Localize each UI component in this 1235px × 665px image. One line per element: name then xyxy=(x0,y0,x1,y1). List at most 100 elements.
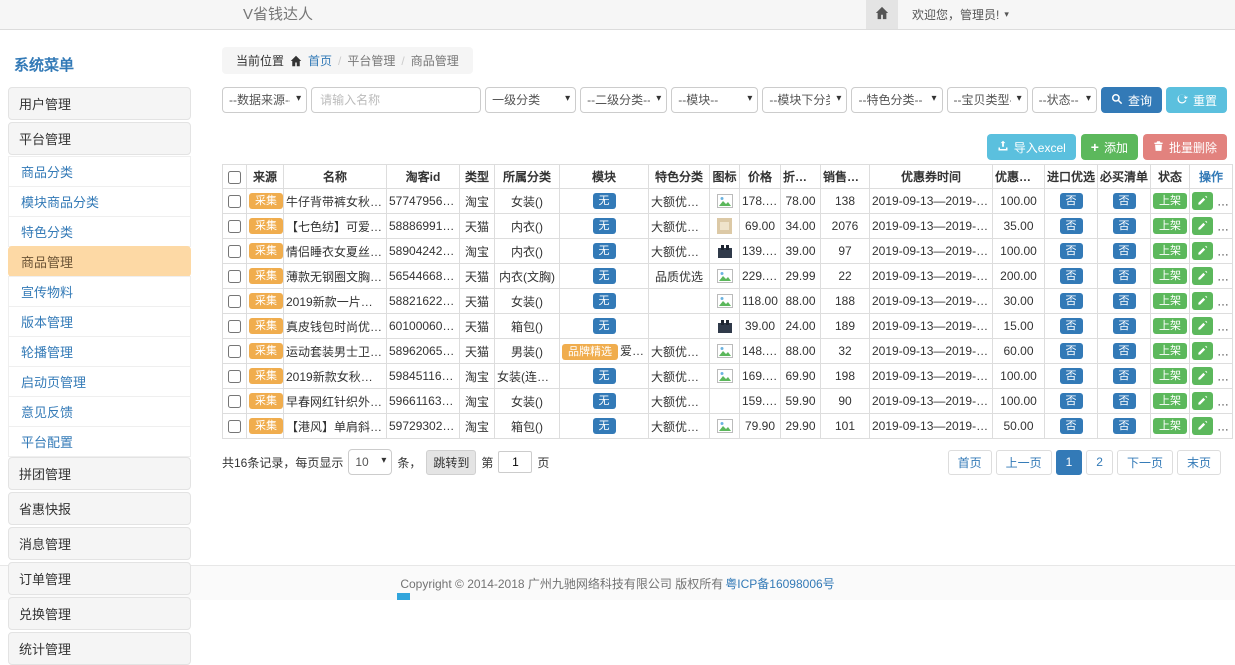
must-buy-toggle[interactable]: 否 xyxy=(1113,268,1136,284)
filter-select[interactable]: --模块下分类-- xyxy=(762,87,847,113)
edit-button[interactable] xyxy=(1192,342,1213,360)
copyright-text: Copyright © 2014-2018 广州九驰网络科技有限公司 版权所有 xyxy=(400,575,723,592)
jump-button[interactable]: 跳转到 xyxy=(426,450,476,475)
import-select-toggle[interactable]: 否 xyxy=(1060,268,1083,284)
sidebar-item[interactable]: 用户管理 xyxy=(8,87,191,120)
edit-button[interactable] xyxy=(1192,192,1213,210)
import-select-toggle[interactable]: 否 xyxy=(1060,193,1083,209)
jump-page-input[interactable] xyxy=(498,451,532,473)
sidebar-item[interactable]: 平台管理 xyxy=(8,122,191,155)
sidebar-item[interactable]: 特色分类 xyxy=(8,216,191,247)
page-button[interactable]: 上一页 xyxy=(996,450,1052,475)
must-buy-toggle[interactable]: 否 xyxy=(1113,418,1136,434)
sidebar-item[interactable]: 拼团管理 xyxy=(8,457,191,490)
must-buy-toggle[interactable]: 否 xyxy=(1113,393,1136,409)
edit-button[interactable] xyxy=(1192,292,1213,310)
row-checkbox[interactable] xyxy=(228,195,241,208)
sidebar-item[interactable]: 宣传物料 xyxy=(8,276,191,307)
reset-button[interactable]: 重置 xyxy=(1166,87,1227,113)
sidebar-item[interactable]: 轮播管理 xyxy=(8,336,191,367)
filter-select[interactable]: --宝贝类型-- xyxy=(947,87,1028,113)
sidebar-item[interactable]: 模块商品分类 xyxy=(8,186,191,217)
status-toggle[interactable]: 上架 xyxy=(1153,418,1187,434)
must-buy-toggle[interactable]: 否 xyxy=(1113,293,1136,309)
must-buy-toggle[interactable]: 否 xyxy=(1113,218,1136,234)
must-buy-toggle[interactable]: 否 xyxy=(1113,318,1136,334)
sidebar-item[interactable]: 商品分类 xyxy=(8,156,191,187)
row-checkbox[interactable] xyxy=(228,270,241,283)
must-buy-toggle[interactable]: 否 xyxy=(1113,193,1136,209)
sidebar-item[interactable]: 省惠快报 xyxy=(8,492,191,525)
home-button[interactable] xyxy=(866,0,898,29)
must-buy-toggle[interactable]: 否 xyxy=(1113,368,1136,384)
sidebar-item[interactable]: 兑换管理 xyxy=(8,597,191,630)
search-button[interactable]: 查询 xyxy=(1101,87,1162,113)
status-toggle[interactable]: 上架 xyxy=(1153,243,1187,259)
per-page-select[interactable]: 10 xyxy=(348,449,392,475)
name-search-input[interactable] xyxy=(311,87,481,113)
row-checkbox[interactable] xyxy=(228,245,241,258)
breadcrumb-home-link[interactable]: 首页 xyxy=(308,52,332,69)
edit-button[interactable] xyxy=(1192,392,1213,410)
row-checkbox[interactable] xyxy=(228,395,241,408)
status-toggle[interactable]: 上架 xyxy=(1153,268,1187,284)
feature-category: 大额优惠券 xyxy=(649,214,710,239)
sidebar-item[interactable]: 订单管理 xyxy=(8,562,191,595)
icon-cell xyxy=(710,289,740,314)
icp-link[interactable]: 粤ICP备16098006号 xyxy=(725,575,834,592)
edit-button[interactable] xyxy=(1192,317,1213,335)
status-toggle[interactable]: 上架 xyxy=(1153,343,1187,359)
sidebar-item[interactable]: 平台配置 xyxy=(8,426,191,457)
import-select-toggle[interactable]: 否 xyxy=(1060,368,1083,384)
sidebar-item[interactable]: 消息管理 xyxy=(8,527,191,560)
sidebar-item[interactable]: 商品管理 xyxy=(8,246,191,277)
edit-button[interactable] xyxy=(1192,417,1213,435)
filter-select[interactable]: --状态-- xyxy=(1032,87,1097,113)
import-select-toggle[interactable]: 否 xyxy=(1060,218,1083,234)
row-checkbox[interactable] xyxy=(228,295,241,308)
row-checkbox[interactable] xyxy=(228,220,241,233)
edit-button[interactable] xyxy=(1192,242,1213,260)
import-select-toggle[interactable]: 否 xyxy=(1060,393,1083,409)
row-checkbox[interactable] xyxy=(228,420,241,433)
import-select-toggle[interactable]: 否 xyxy=(1060,343,1083,359)
status-toggle[interactable]: 上架 xyxy=(1153,293,1187,309)
page-button[interactable]: 1 xyxy=(1056,450,1083,475)
sidebar-item[interactable]: 版本管理 xyxy=(8,306,191,337)
filter-select[interactable]: --模块-- xyxy=(671,87,758,113)
user-menu[interactable]: 欢迎您，管理员! ▾ xyxy=(912,6,1009,23)
row-checkbox[interactable] xyxy=(228,345,241,358)
add-button[interactable]: + 添加 xyxy=(1081,134,1138,160)
status-toggle[interactable]: 上架 xyxy=(1153,368,1187,384)
sidebar-item[interactable]: 意见反馈 xyxy=(8,396,191,427)
page-button[interactable]: 首页 xyxy=(948,450,992,475)
page-button[interactable]: 2 xyxy=(1086,450,1113,475)
import-select-toggle[interactable]: 否 xyxy=(1060,293,1083,309)
row-checkbox[interactable] xyxy=(228,370,241,383)
status-toggle[interactable]: 上架 xyxy=(1153,318,1187,334)
sidebar-item[interactable]: 启动页管理 xyxy=(8,366,191,397)
status-toggle[interactable]: 上架 xyxy=(1153,393,1187,409)
filter-select[interactable]: --数据来源-- xyxy=(222,87,307,113)
page-button[interactable]: 下一页 xyxy=(1117,450,1173,475)
edit-button[interactable] xyxy=(1192,267,1213,285)
import-select-toggle[interactable]: 否 xyxy=(1060,318,1083,334)
row-checkbox[interactable] xyxy=(228,320,241,333)
import-select-toggle[interactable]: 否 xyxy=(1060,243,1083,259)
edit-button[interactable] xyxy=(1192,367,1213,385)
select-all-checkbox[interactable] xyxy=(228,171,241,184)
filter-select[interactable]: --二级分类-- xyxy=(580,87,667,113)
batch-delete-button[interactable]: 批量删除 xyxy=(1143,134,1227,160)
filter-select[interactable]: --特色分类-- xyxy=(851,87,942,113)
filter-select[interactable]: 一级分类 xyxy=(485,87,576,113)
edit-button[interactable] xyxy=(1192,217,1213,235)
must-buy-toggle-cell: 否 xyxy=(1098,339,1151,364)
page-button[interactable]: 末页 xyxy=(1177,450,1221,475)
status-toggle[interactable]: 上架 xyxy=(1153,218,1187,234)
import-excel-button[interactable]: 导入excel xyxy=(987,134,1076,160)
must-buy-toggle[interactable]: 否 xyxy=(1113,343,1136,359)
import-select-toggle[interactable]: 否 xyxy=(1060,418,1083,434)
sidebar-item[interactable]: 统计管理 xyxy=(8,632,191,665)
must-buy-toggle[interactable]: 否 xyxy=(1113,243,1136,259)
status-toggle[interactable]: 上架 xyxy=(1153,193,1187,209)
